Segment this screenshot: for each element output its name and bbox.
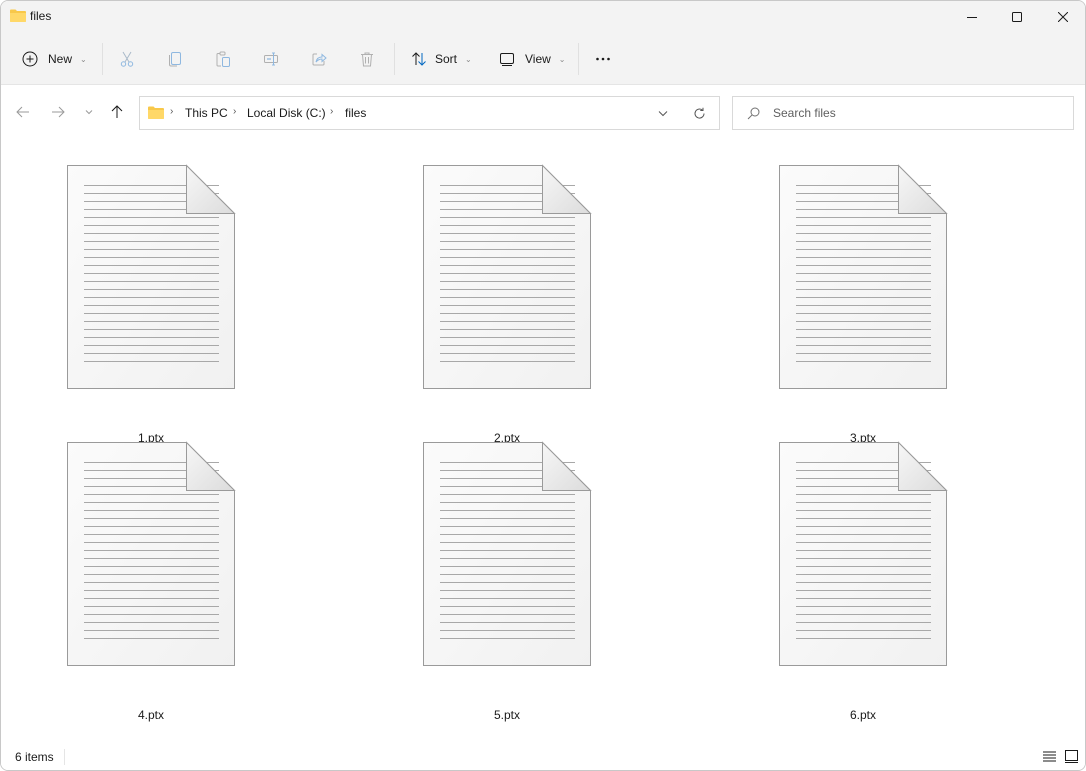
cut-icon [120,51,134,67]
view-button[interactable]: View ⌄ [499,43,566,75]
document-icon [67,441,236,666]
rename-button[interactable] [263,43,279,75]
chevron-down-icon: ⌄ [558,54,566,64]
file-item[interactable]: 5.ptx [422,441,592,722]
file-item[interactable]: 2.ptx [422,164,592,445]
new-label: New [48,52,73,66]
sort-label: Sort [435,52,458,66]
document-fold [186,164,236,214]
share-icon [312,53,327,66]
large-icons-view-icon [1064,749,1078,763]
more-options-button[interactable] [595,43,611,75]
breadcrumb-this-pc[interactable]: This PC [185,106,228,120]
maximize-button[interactable] [994,1,1040,33]
breadcrumb-files[interactable]: files [345,106,366,120]
document-fold [542,164,592,214]
toolbar-divider [102,43,103,75]
folder-icon [10,9,26,22]
refresh-icon[interactable] [693,107,706,120]
delete-icon [361,52,373,67]
file-name: 5.ptx [493,708,520,722]
minimize-button[interactable] [949,1,995,33]
status-bar: 6 items [1,740,1085,770]
search-box[interactable]: Search files [732,96,1074,130]
details-view-icon [1042,751,1056,761]
document-icon [67,164,236,389]
document-fold [898,164,948,214]
item-count: 6 items [15,750,54,764]
file-item[interactable]: 3.ptx [778,164,948,445]
large-icons-view-button[interactable] [1062,747,1080,765]
document-icon [779,164,948,389]
address-bar[interactable]: › This PC › Local Disk (C:) › files [139,96,720,130]
breadcrumb-local-disk[interactable]: Local Disk (C:) [247,106,326,120]
navigation-bar: › This PC › Local Disk (C:) › files Sear… [1,86,1085,138]
sort-button[interactable]: Sort ⌄ [411,43,472,75]
folder-icon [148,106,164,119]
breadcrumb-separator-icon: › [233,106,237,117]
address-history-chevron-icon[interactable] [658,110,668,117]
copy-button[interactable] [167,43,183,75]
file-name: 6.ptx [849,708,876,722]
chevron-down-icon: ⌄ [80,54,87,64]
search-icon [747,107,760,120]
up-button[interactable] [105,100,129,124]
document-fold [542,441,592,491]
breadcrumb-separator-icon: › [330,106,334,117]
copy-icon [169,52,181,67]
view-icon [500,53,514,66]
cut-button[interactable] [119,43,135,75]
file-item[interactable]: 6.ptx [778,441,948,722]
forward-button[interactable] [46,100,70,124]
document-fold [186,441,236,491]
file-item[interactable]: 4.ptx [66,441,236,722]
close-button[interactable] [1040,1,1085,33]
maximize-icon [1012,12,1022,22]
arrow-up-icon [111,105,123,118]
title-bar: files [1,1,1085,33]
file-explorer-window: files New ⌄ Sort ⌄ View ⌄ › This PC › Lo… [0,0,1086,771]
minimize-icon [967,17,977,18]
file-view: 1.ptx 2.ptx 3.ptx 4.ptx 5.ptx 6.ptx [1,138,1085,742]
window-title: files [30,9,52,23]
more-icon [596,57,610,61]
status-divider [64,749,65,765]
chevron-down-icon: ⌄ [465,54,472,64]
document-fold [898,441,948,491]
arrow-right-icon [52,106,65,118]
document-icon [779,441,948,666]
file-name: 4.ptx [137,708,164,722]
sort-icon [412,52,426,66]
new-button[interactable]: New ⌄ [22,43,87,75]
paste-button[interactable] [215,43,231,75]
toolbar-divider [578,43,579,75]
paste-icon [216,51,230,67]
document-icon [423,164,592,389]
back-button[interactable] [11,100,35,124]
view-label: View [525,52,551,66]
details-view-button[interactable] [1040,747,1058,765]
delete-button[interactable] [359,43,375,75]
toolbar-divider [394,43,395,75]
search-input[interactable]: Search files [773,106,836,120]
document-icon [423,441,592,666]
arrow-left-icon [16,106,29,118]
share-button[interactable] [311,43,327,75]
file-item[interactable]: 1.ptx [66,164,236,445]
chevron-down-icon [85,110,93,115]
recent-locations-button[interactable] [77,100,101,124]
rename-icon [264,52,278,66]
command-bar: New ⌄ Sort ⌄ View ⌄ [1,33,1085,85]
close-icon [1058,12,1068,22]
add-circle-icon [22,51,38,67]
breadcrumb-separator-icon: › [170,106,174,117]
